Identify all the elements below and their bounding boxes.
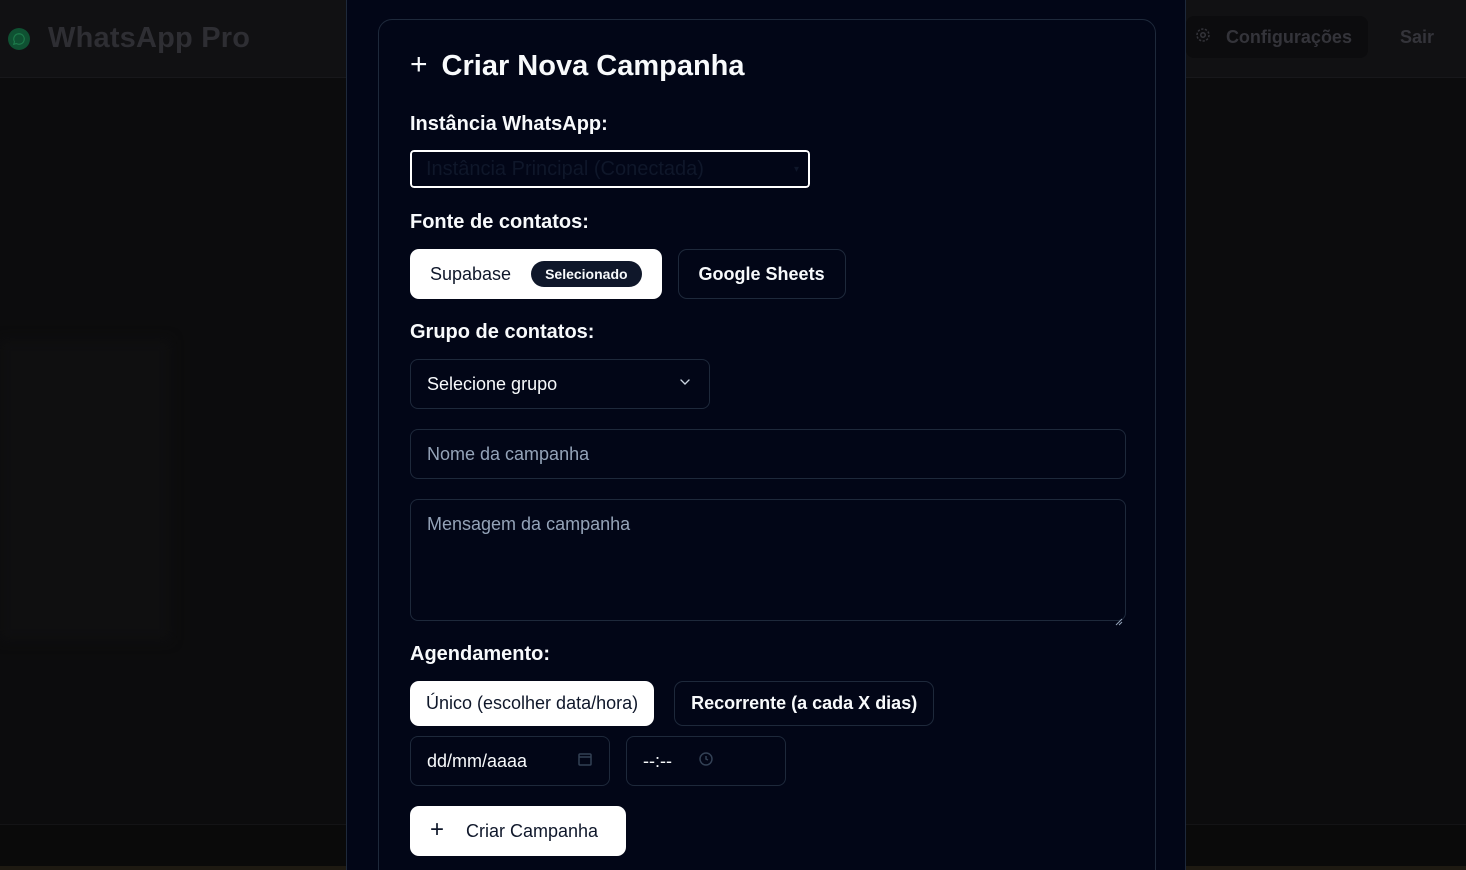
app-title: WhatsApp Pro bbox=[48, 22, 251, 54]
group-select[interactable]: Selecione grupo bbox=[410, 359, 710, 409]
source-options: Supabase Selecionado Google Sheets bbox=[410, 249, 846, 299]
instance-label: Instância WhatsApp: bbox=[410, 113, 608, 135]
create-campaign-button[interactable]: + Criar Campanha bbox=[410, 806, 626, 856]
time-placeholder: --:-- bbox=[643, 750, 672, 771]
group-label: Grupo de contatos: bbox=[410, 321, 595, 343]
selected-badge: Selecionado bbox=[531, 261, 642, 287]
card-header: + Criar Nova Campanha bbox=[410, 50, 745, 83]
schedule-options: Único (escolher data/hora) Recorrente (a… bbox=[410, 681, 935, 726]
logout-button[interactable]: Sair bbox=[1386, 27, 1448, 48]
campaign-message-textarea[interactable]: Mensagem da campanha bbox=[410, 499, 1126, 626]
settings-label: Configurações bbox=[1225, 26, 1352, 47]
source-label: Fonte de contatos: bbox=[410, 211, 589, 233]
date-input[interactable]: dd/mm/aaaa bbox=[410, 736, 610, 786]
schedule-recurring-button[interactable]: Recorrente (a cada X dias) bbox=[674, 681, 935, 726]
date-placeholder: dd/mm/aaaa bbox=[427, 750, 528, 771]
clock-icon[interactable] bbox=[698, 751, 714, 772]
background-card bbox=[0, 340, 170, 640]
instance-selected-value: Instância Principal (Conectada) bbox=[426, 157, 704, 180]
settings-button[interactable]: Configurações bbox=[1185, 16, 1368, 58]
calendar-icon[interactable] bbox=[577, 751, 593, 772]
gear-icon bbox=[1194, 26, 1212, 49]
plus-icon: + bbox=[410, 48, 428, 81]
brand: WhatsApp Pro bbox=[8, 22, 250, 55]
instance-select[interactable]: Instância Principal (Conectada) ▾ bbox=[409, 149, 811, 189]
group-placeholder: Selecione grupo bbox=[427, 373, 558, 394]
create-campaign-label: Criar Campanha bbox=[466, 820, 599, 841]
resize-handle-icon[interactable] bbox=[1115, 610, 1123, 626]
whatsapp-icon bbox=[8, 27, 30, 50]
schedule-once-button[interactable]: Único (escolher data/hora) bbox=[410, 681, 655, 726]
modal-title: Criar Nova Campanha bbox=[441, 50, 745, 82]
datetime-row: dd/mm/aaaa --:-- bbox=[410, 736, 786, 786]
campaign-name-input[interactable]: Nome da campanha bbox=[410, 429, 1126, 479]
source-google-sheets-label: Google Sheets bbox=[698, 263, 825, 284]
source-google-sheets-button[interactable]: Google Sheets bbox=[677, 249, 846, 299]
select-arrow-icon: ▾ bbox=[794, 164, 800, 175]
time-input[interactable]: --:-- bbox=[626, 736, 786, 786]
modal-overlay: + Criar Nova Campanha Instância WhatsApp… bbox=[346, 0, 1186, 870]
create-campaign-card: + Criar Nova Campanha Instância WhatsApp… bbox=[378, 19, 1156, 870]
source-supabase-button[interactable]: Supabase Selecionado bbox=[410, 249, 662, 299]
campaign-message-placeholder: Mensagem da campanha bbox=[427, 514, 631, 534]
chevron-down-icon bbox=[677, 374, 693, 395]
source-supabase-label: Supabase bbox=[430, 263, 512, 284]
plus-icon: + bbox=[430, 816, 445, 843]
campaign-name-placeholder: Nome da campanha bbox=[427, 443, 590, 464]
schedule-label: Agendamento: bbox=[410, 643, 550, 665]
